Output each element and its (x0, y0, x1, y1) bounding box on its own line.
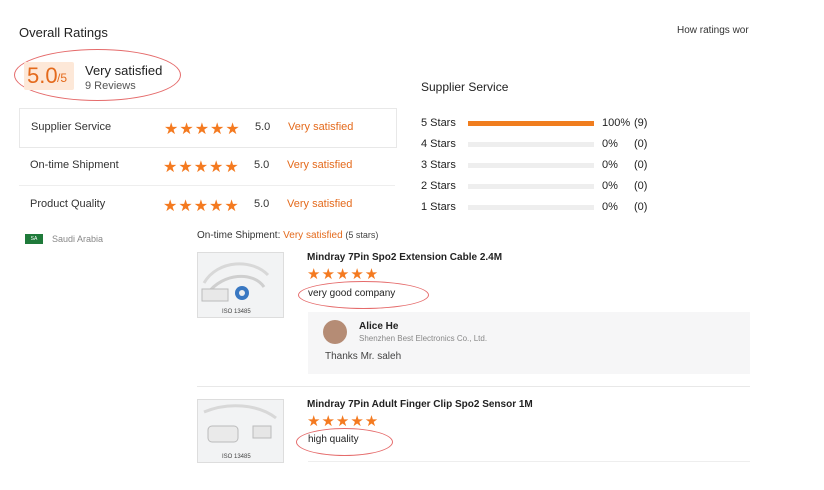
distribution-count: (9) (634, 117, 648, 129)
distribution-row: 3 Stars 0% (0) (421, 159, 661, 173)
reviewer-country: Saudi Arabia (52, 234, 104, 244)
avatar (323, 320, 347, 344)
distribution-count: (0) (634, 138, 648, 150)
rating-value: 5.0 (254, 159, 270, 171)
review-divider (197, 386, 750, 387)
distribution-bar-track (468, 184, 594, 189)
distribution-label: 3 Stars (421, 159, 456, 171)
overall-satisfaction-label: Very satisfied (85, 63, 163, 78)
distribution-bar-track (468, 205, 594, 210)
product-thumb-caption: ISO 13485 (222, 309, 251, 315)
overall-score: 5.0 (27, 63, 58, 88)
rating-stars: ★★★★★ (164, 121, 241, 138)
distribution-percent: 0% (602, 159, 618, 171)
rating-row-label: Supplier Service (31, 121, 112, 133)
rating-breakdown-table: Supplier Service ★★★★★ 5.0 Very satisfie… (19, 108, 397, 226)
product-title[interactable]: Mindray 7Pin Adult Finger Clip Spo2 Sens… (307, 399, 533, 410)
distribution-bar-track (468, 142, 594, 147)
distribution-bar-track (468, 163, 594, 168)
distribution-bar-fill (468, 121, 594, 126)
saudi-arabia-flag-icon: SA (25, 234, 43, 244)
rating-row-label: Product Quality (30, 198, 106, 210)
rating-value: 5.0 (254, 198, 270, 210)
distribution-count: (0) (634, 180, 648, 192)
distribution-percent: 0% (602, 138, 618, 150)
distribution-label: 2 Stars (421, 180, 456, 192)
ontime-shipment-line: On-time Shipment: Very satisfied (5 star… (197, 230, 378, 241)
rating-text: Very satisfied (288, 121, 354, 133)
ontime-value: Very satisfied (283, 230, 343, 241)
sensor-image-icon (203, 404, 277, 443)
reply-text: Thanks Mr. saleh (325, 351, 402, 362)
review-count: 9 Reviews (85, 80, 136, 92)
distribution-label: 4 Stars (421, 138, 456, 150)
review-comment: high quality (308, 434, 359, 445)
rating-text: Very satisfied (287, 159, 353, 171)
rating-value: 5.0 (255, 121, 271, 133)
distribution-title: Supplier Service (421, 80, 509, 94)
distribution-row: 1 Stars 0% (0) (421, 201, 661, 215)
distribution-percent: 100% (602, 117, 631, 129)
overall-ratings-title: Overall Ratings (19, 25, 108, 40)
distribution-count: (0) (634, 159, 648, 171)
distribution-bar-track (468, 121, 594, 126)
rating-stars: ★★★★★ (163, 198, 240, 215)
distribution-row: 5 Stars 100% (9) (421, 117, 661, 131)
product-title[interactable]: Mindray 7Pin Spo2 Extension Cable 2.4M (307, 252, 502, 263)
cable-image-icon (201, 262, 270, 302)
how-ratings-work-link[interactable]: How ratings wor (677, 25, 749, 36)
distribution-row: 4 Stars 0% (0) (421, 138, 661, 152)
distribution-label: 1 Stars (421, 201, 456, 213)
rating-text: Very satisfied (287, 198, 353, 210)
distribution-row: 2 Stars 0% (0) (421, 180, 661, 194)
distribution-percent: 0% (602, 201, 618, 213)
distribution-percent: 0% (602, 180, 618, 192)
rating-row-label: On-time Shipment (30, 159, 119, 171)
replier-company: Shenzhen Best Electronics Co., Ltd. (359, 334, 488, 343)
overall-score-suffix: /5 (57, 71, 68, 85)
replier-name: Alice He (359, 321, 399, 332)
ontime-label: On-time Shipment: (197, 230, 281, 241)
rating-row-product-quality[interactable]: Product Quality ★★★★★ 5.0 Very satisfied (19, 186, 395, 224)
distribution-count: (0) (634, 201, 648, 213)
rating-row-supplier-service[interactable]: Supplier Service ★★★★★ 5.0 Very satisfie… (19, 108, 397, 148)
rating-stars: ★★★★★ (163, 159, 240, 176)
product-thumb-caption: ISO 13485 (222, 454, 251, 460)
rating-row-on-time-shipment[interactable]: On-time Shipment ★★★★★ 5.0 Very satisfie… (19, 147, 395, 186)
reply-box-edge (308, 461, 750, 462)
ontime-stars: (5 stars) (345, 230, 379, 240)
distribution-label: 5 Stars (421, 117, 456, 129)
review-comment: very good company (308, 288, 396, 299)
